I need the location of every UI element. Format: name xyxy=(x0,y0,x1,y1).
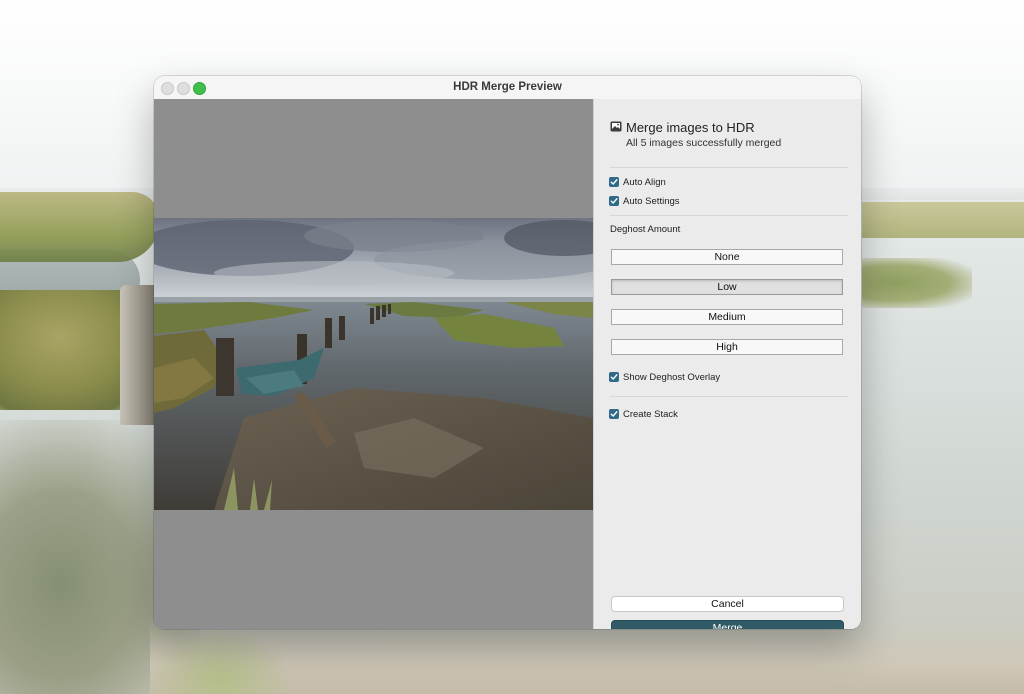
photo-icon xyxy=(610,121,622,132)
auto-settings-checkbox[interactable]: Auto Settings xyxy=(609,194,680,208)
create-stack-checkbox[interactable]: Create Stack xyxy=(609,407,678,421)
hdr-preview-image xyxy=(154,218,593,510)
merge-settings-panel: Merge images to HDR All 5 images success… xyxy=(593,99,861,629)
auto-settings-label: Auto Settings xyxy=(623,195,680,207)
deghost-high-option[interactable]: High xyxy=(611,339,843,355)
auto-align-label: Auto Align xyxy=(623,176,666,188)
divider xyxy=(610,167,848,168)
checkmark-icon[interactable] xyxy=(609,372,619,382)
show-deghost-overlay-checkbox[interactable]: Show Deghost Overlay xyxy=(609,370,720,384)
deghost-medium-option[interactable]: Medium xyxy=(611,309,843,325)
checkmark-icon[interactable] xyxy=(609,196,619,206)
window-title: HDR Merge Preview xyxy=(453,81,562,93)
preview-pane xyxy=(154,99,593,629)
divider xyxy=(610,215,848,216)
deghost-amount-label: Deghost Amount xyxy=(610,224,681,235)
divider xyxy=(610,396,848,397)
panel-heading: Merge images to HDR xyxy=(626,120,755,135)
cancel-button[interactable]: Cancel xyxy=(611,596,844,612)
hdr-merge-window: HDR Merge Preview Merge images to HDR Al… xyxy=(154,76,861,629)
create-stack-label: Create Stack xyxy=(623,408,678,420)
merge-status-text: All 5 images successfully merged xyxy=(626,137,782,149)
title-bar[interactable]: HDR Merge Preview xyxy=(154,76,861,100)
merge-button[interactable]: Merge xyxy=(611,620,844,629)
checkmark-icon[interactable] xyxy=(609,409,619,419)
deghost-low-option[interactable]: Low xyxy=(611,279,843,295)
deghost-none-option[interactable]: None xyxy=(611,249,843,265)
checkmark-icon[interactable] xyxy=(609,177,619,187)
show-deghost-overlay-label: Show Deghost Overlay xyxy=(623,371,721,383)
auto-align-checkbox[interactable]: Auto Align xyxy=(609,175,666,189)
